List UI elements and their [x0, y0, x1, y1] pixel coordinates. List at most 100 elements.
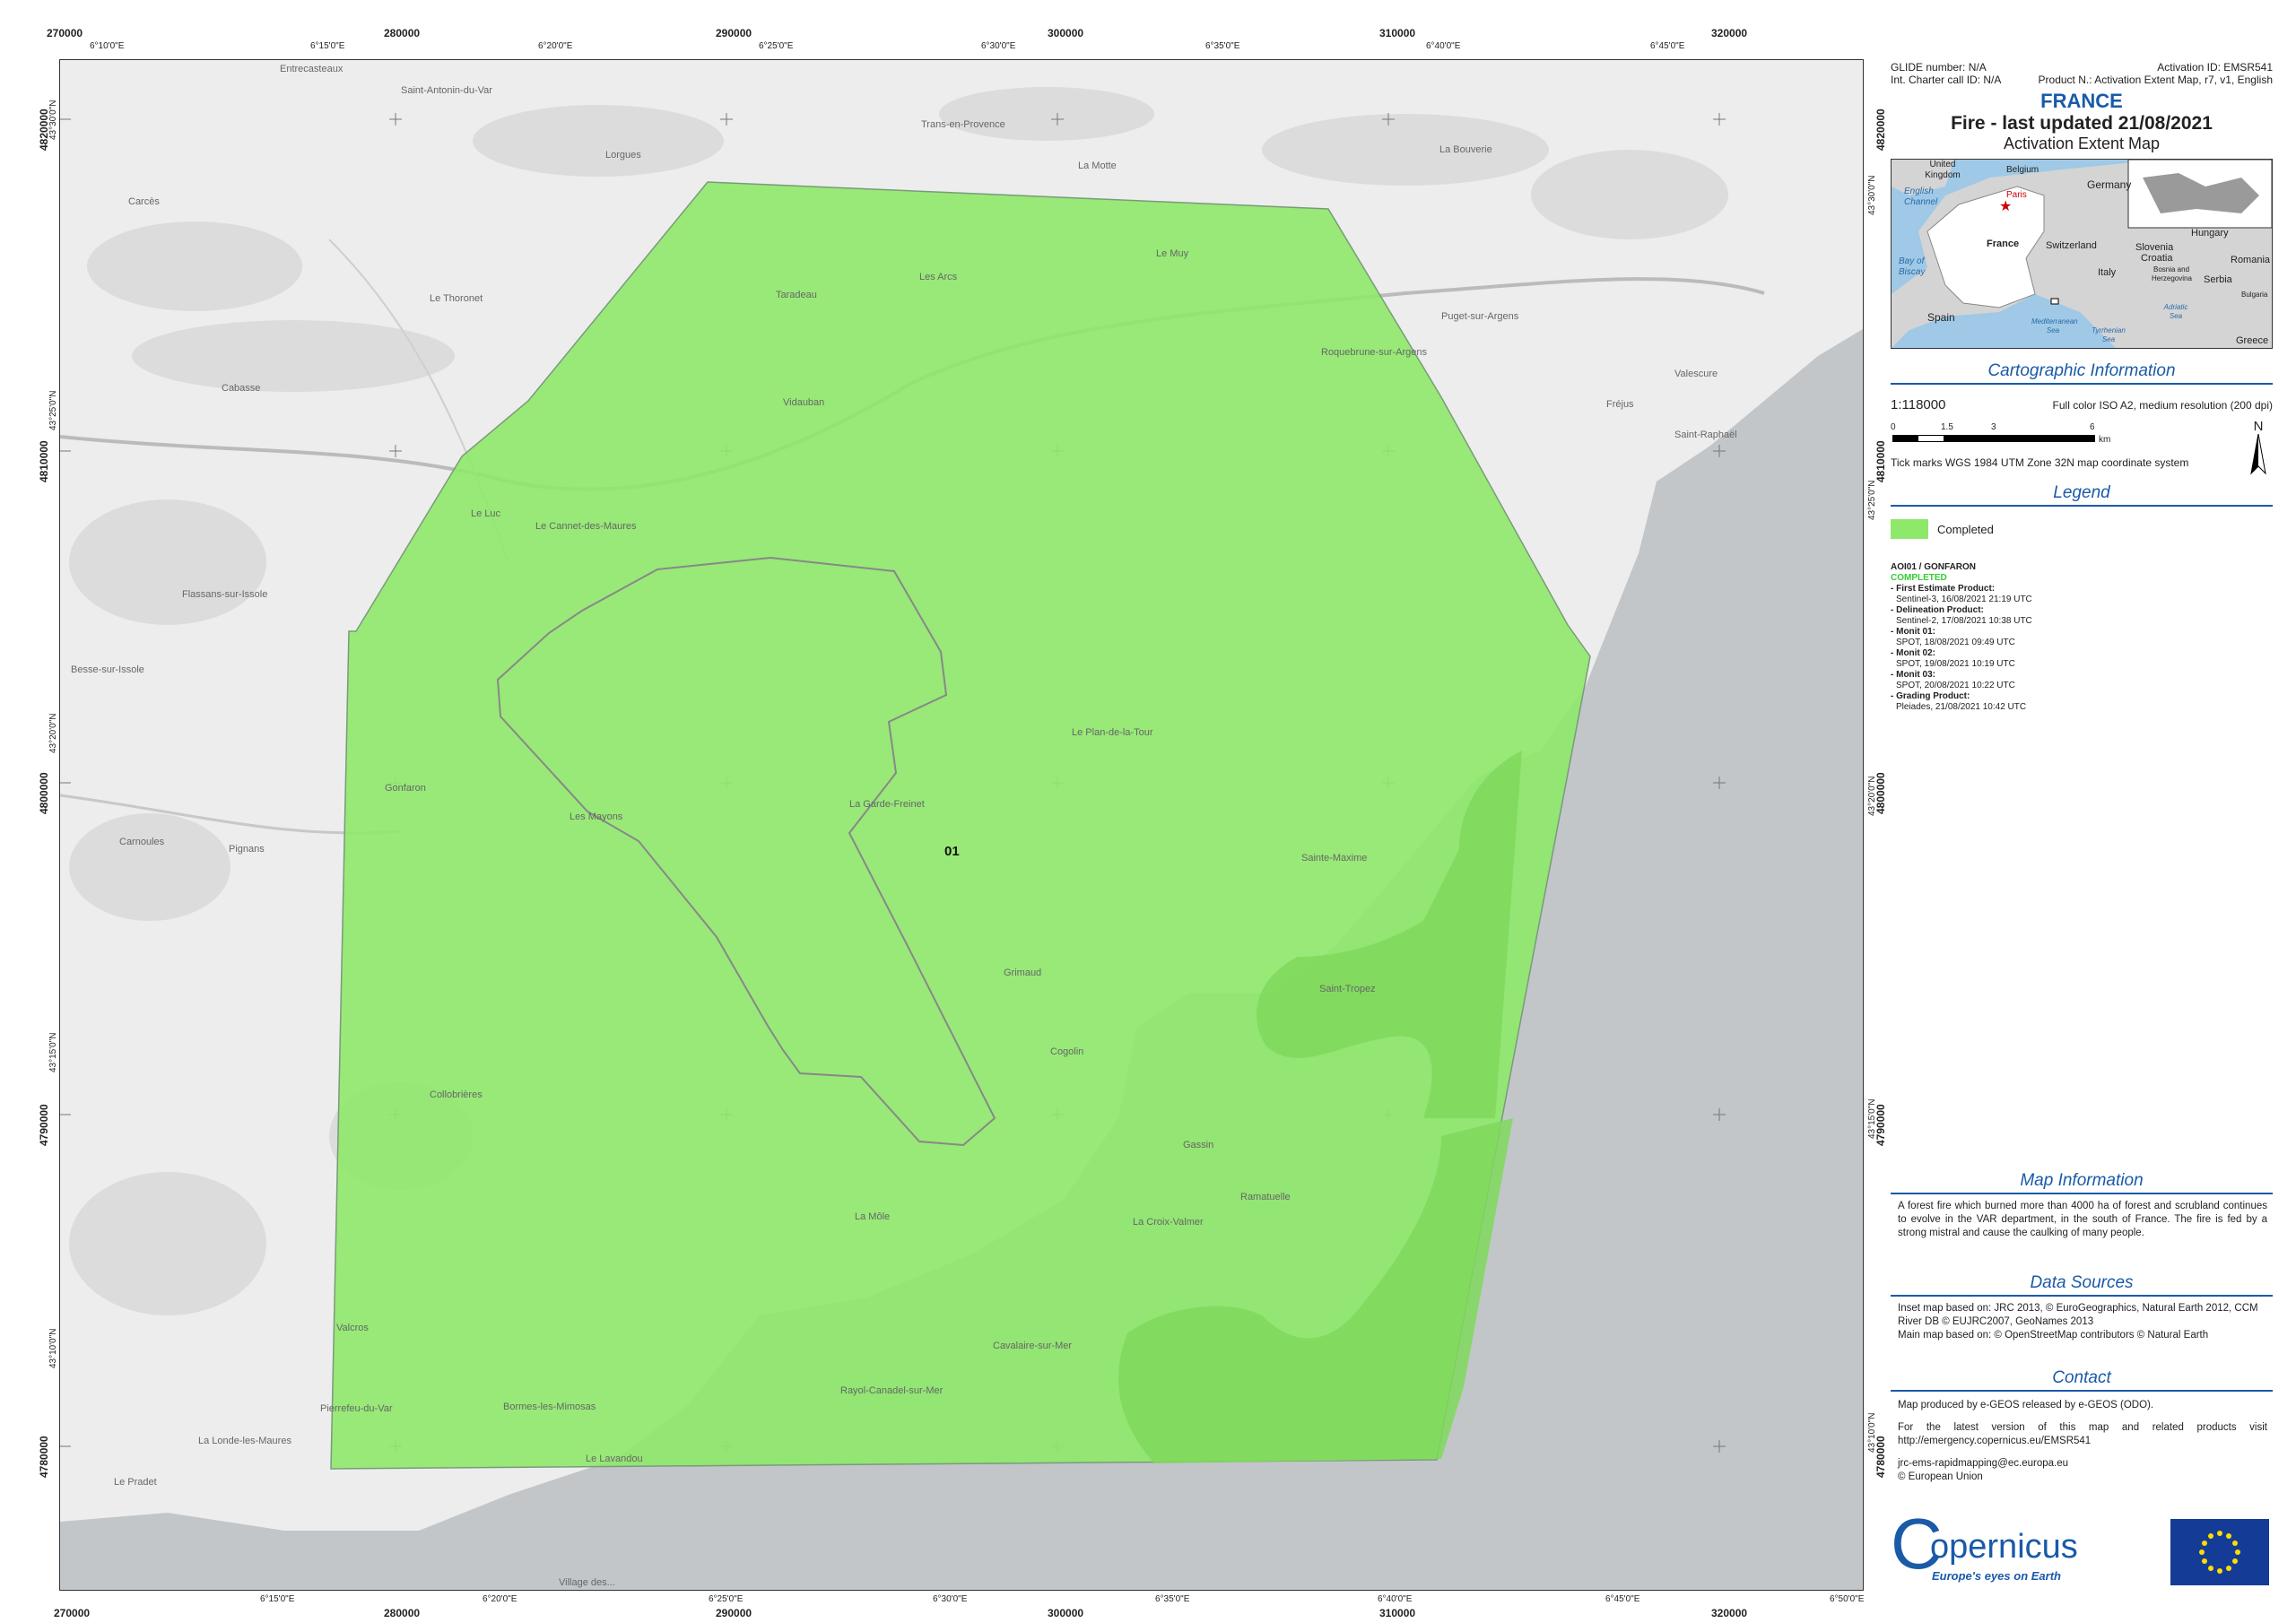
left-tick-utm-1: 4810000	[38, 440, 50, 482]
inset-label-adriatic: Adriatic Sea	[2163, 303, 2188, 320]
place-village: Village des...	[559, 1577, 615, 1588]
place-le-muy: Le Muy	[1156, 248, 1189, 259]
place-pierrefeu: Pierrefeu-du-Var	[320, 1403, 393, 1414]
top-tick-geo-7: 6°45'0"E	[1650, 41, 1685, 51]
inset-label-uk: United Kingdom	[1925, 160, 1961, 180]
inset-label-bosnia: Bosnia and Herzegovina	[2152, 265, 2192, 282]
map-info-title: Map Information	[1891, 1171, 2273, 1194]
scalebar-tick-2: 3	[1991, 422, 1996, 432]
inset-label-med: Mediterranean Sea	[2031, 317, 2078, 334]
copernicus-tagline: Europe's eyes on Earth	[1932, 1569, 2061, 1583]
bottom-tick-geo-2: 6°25'0"E	[709, 1594, 744, 1604]
place-sainte-maxime: Sainte-Maxime	[1301, 853, 1368, 864]
place-lorgues: Lorgues	[605, 150, 641, 161]
bottom-tick-geo-4: 6°35'0"E	[1155, 1594, 1190, 1604]
inset-label-spain: Spain	[1927, 311, 1955, 324]
place-vidauban: Vidauban	[783, 397, 825, 408]
side-panel: GLIDE number: N/A Activation ID: EMSR541…	[1891, 54, 2273, 713]
inset-label-germany: Germany	[2087, 178, 2132, 191]
top-tick-geo-2: 6°20'0"E	[538, 41, 573, 51]
data-sources-section: Data Sources Inset map based on: JRC 201…	[1891, 1273, 2273, 1342]
left-tick-utm-4: 4780000	[38, 1436, 50, 1478]
north-arrow-icon: N	[2249, 419, 2267, 480]
aoi-product-1-detail: Sentinel-2, 17/08/2021 10:38 UTC	[1896, 616, 2032, 626]
bottom-tick-geo-0: 6°15'0"E	[260, 1594, 295, 1604]
place-valescure: Valescure	[1674, 369, 1718, 379]
inset-label-france: France	[1987, 239, 2020, 249]
inset-label-switzerland: Switzerland	[2046, 240, 2097, 251]
aoi-product-3-label: - Monit 02:	[1891, 648, 1935, 658]
top-tick-utm-1: 280000	[384, 27, 421, 39]
eu-flag-logo	[2170, 1519, 2269, 1585]
place-les-arcs: Les Arcs	[919, 272, 958, 282]
inset-label-biscay: Bay of Biscay	[1899, 256, 1926, 277]
contact-email: jrc-ems-rapidmapping@ec.europa.eu	[1898, 1458, 2069, 1469]
place-gonfaron: Gonfaron	[385, 783, 426, 794]
bottom-tick-geo-5: 6°40'0"E	[1378, 1594, 1413, 1604]
place-roquebrune: Roquebrune-sur-Argens	[1321, 347, 1428, 358]
place-entrecasteaux: Entrecasteaux	[280, 64, 344, 74]
top-tick-utm-3: 300000	[1048, 27, 1084, 39]
inset-label-belgium: Belgium	[2006, 165, 2039, 175]
aoi-product-0-detail: Sentinel-3, 16/08/2021 21:19 UTC	[1896, 595, 2032, 604]
country-title: FRANCE	[2040, 90, 2123, 112]
bottom-tick-utm-0: 270000	[54, 1607, 91, 1619]
data-sources-title: Data Sources	[1891, 1273, 2273, 1297]
inset-label-bulgaria: Bulgaria	[2241, 291, 2268, 299]
place-carces: Carcès	[128, 196, 160, 207]
right-tick-utm-0: 4820000	[1874, 108, 1887, 151]
place-saint-tropez: Saint-Tropez	[1319, 984, 1376, 994]
place-cavalaire: Cavalaire-sur-Mer	[993, 1341, 1073, 1351]
aoi-product-5-label: - Grading Product:	[1891, 691, 1970, 701]
map-scale: 1:118000	[1891, 397, 1946, 412]
aoi-product-1-label: - Delineation Product:	[1891, 605, 1984, 615]
map-canvas[interactable]	[60, 60, 1863, 1590]
place-saint-raphael: Saint-Raphaël	[1674, 430, 1737, 440]
map-info-text: A forest fire which burned more than 400…	[1898, 1201, 2267, 1238]
bottom-tick-geo-3: 6°30'0"E	[933, 1594, 968, 1604]
inset-label-hungary: Hungary	[2191, 228, 2229, 239]
place-la-garde-freinet: La Garde-Freinet	[849, 799, 925, 810]
top-tick-geo-0: 6°10'0"E	[90, 41, 125, 51]
contact-copyright: © European Union	[1898, 1471, 1983, 1482]
place-puget: Puget-sur-Argens	[1441, 311, 1519, 322]
contact-produced: Map produced by e-GEOS released by e-GEO…	[1898, 1400, 2154, 1410]
left-tick-geo-1: 43°25'0"N	[48, 390, 58, 431]
place-frejus: Fréjus	[1606, 399, 1634, 410]
scalebar-tick-3: 6	[2090, 422, 2095, 432]
inset-label-romania: Romania	[2231, 255, 2271, 265]
inset-map[interactable]: United Kingdom Belgium Germany Paris ★ E…	[1891, 159, 2273, 349]
place-le-luc: Le Luc	[471, 508, 501, 519]
top-tick-geo-5: 6°35'0"E	[1205, 41, 1240, 51]
place-flassans: Flassans-sur-Issole	[182, 589, 268, 600]
left-tick-utm-3: 4790000	[38, 1104, 50, 1146]
place-le-plan-de-la-tour: Le Plan-de-la-Tour	[1072, 727, 1153, 738]
place-valcros: Valcros	[336, 1323, 369, 1333]
bottom-tick-utm-2: 290000	[716, 1607, 752, 1619]
bottom-tick-utm-5: 320000	[1711, 1607, 1748, 1619]
scale-bar: 0 1.5 3 6 km Tick marks WGS 1984 UTM Zon…	[1891, 419, 2273, 475]
aoi-name: AOI01 / GONFARON	[1891, 562, 1977, 572]
inset-label-serbia: Serbia	[2204, 274, 2232, 285]
place-le-lavandou: Le Lavandou	[586, 1454, 643, 1464]
map-frame[interactable]: Entrecasteaux Saint-Antonin-du-Var Lorgu…	[59, 59, 1864, 1591]
product-number: Product N.: Activation Extent Map, r7, v…	[2038, 74, 2273, 86]
inset-label-channel: English Channel	[1904, 187, 1938, 207]
right-tick-utm-1: 4810000	[1874, 440, 1887, 482]
place-la-motte: La Motte	[1078, 161, 1117, 171]
copernicus-logo-text: opernicus	[1930, 1528, 2078, 1566]
paris-star-icon: ★	[1999, 199, 2013, 214]
place-taradeau: Taradeau	[776, 290, 817, 300]
top-tick-utm-2: 290000	[716, 27, 752, 39]
inset-label-slovenia: Slovenia	[2135, 242, 2174, 253]
place-cogolin: Cogolin	[1050, 1046, 1084, 1057]
place-collobrieres: Collobrières	[430, 1089, 483, 1100]
legend-swatch	[1891, 519, 1928, 539]
place-saint-antonin: Saint-Antonin-du-Var	[401, 85, 492, 96]
place-le-pradet: Le Pradet	[114, 1477, 157, 1488]
left-tick-geo-2: 43°20'0"N	[48, 713, 58, 754]
top-tick-utm-0: 270000	[47, 27, 83, 39]
place-carnoules: Carnoules	[119, 837, 165, 847]
contact-section: Contact Map produced by e-GEOS released …	[1891, 1368, 2273, 1484]
place-besse: Besse-sur-Issole	[71, 664, 144, 675]
